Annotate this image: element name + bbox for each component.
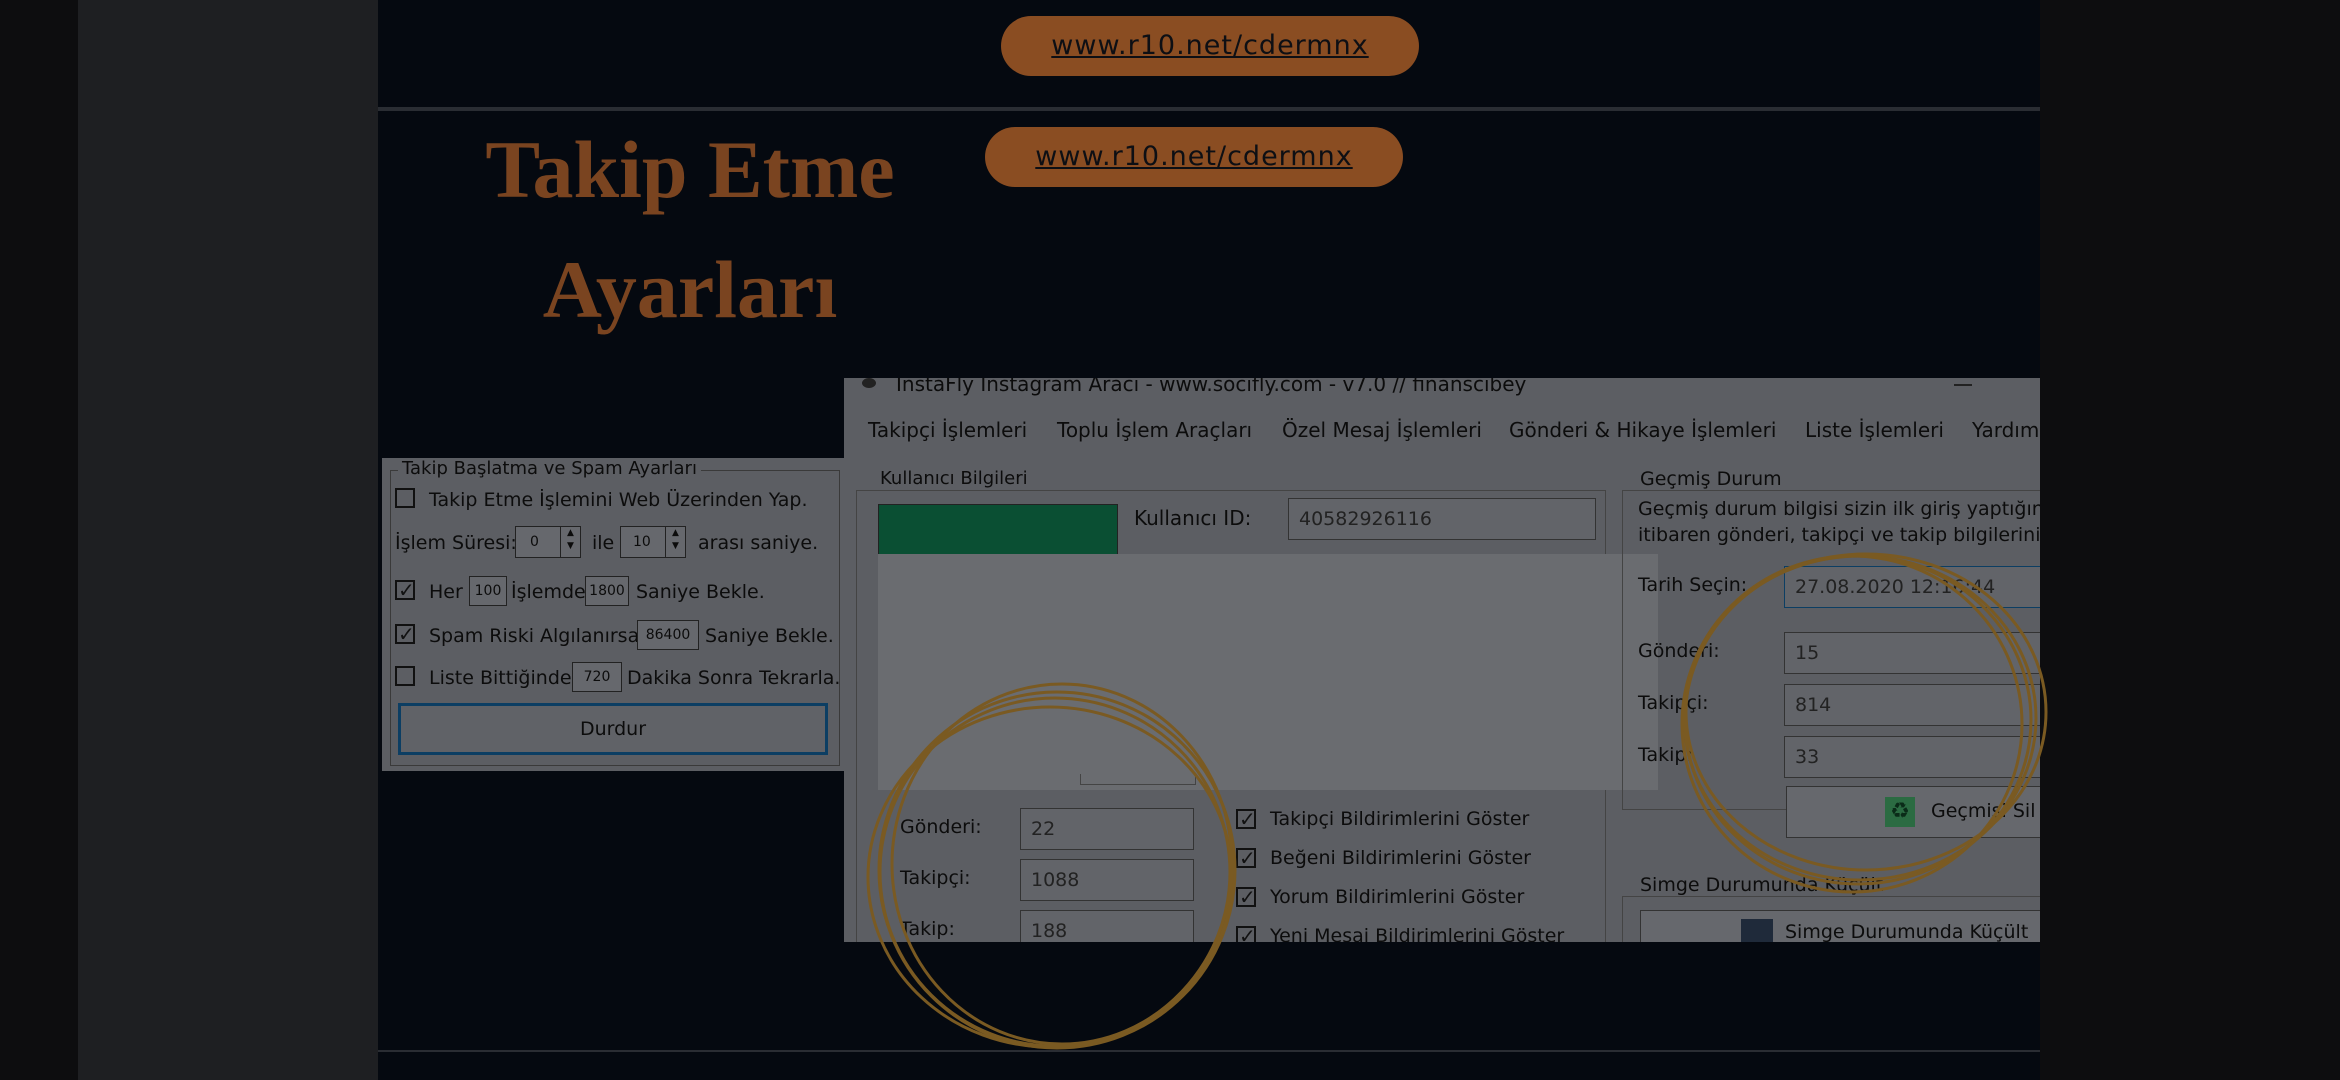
ring-left-4: [878, 696, 1232, 1048]
highlight-rings: [866, 552, 2048, 1050]
divider-bottom: [378, 1050, 2040, 1052]
